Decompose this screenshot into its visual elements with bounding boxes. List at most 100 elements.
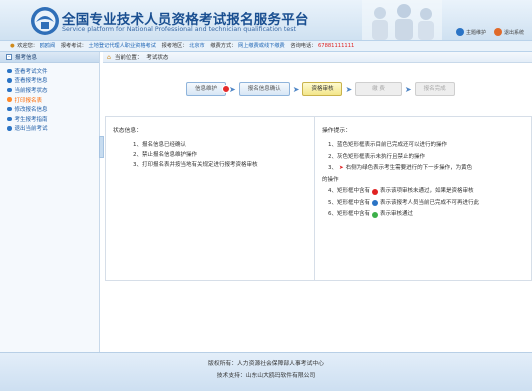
red-dot-icon xyxy=(372,188,378,195)
sidebar-item-exit-exam[interactable]: 退出当前考试 xyxy=(0,124,99,134)
step-label: 报名信息确认 xyxy=(247,86,281,92)
bullet-icon xyxy=(7,78,12,83)
ops-text: 1、蓝色矩形框表示目前已完成还可以进行的操作 xyxy=(328,142,448,148)
status-title: 状态信息： xyxy=(113,128,142,134)
status-line: 1、报名信息已经确认 xyxy=(133,142,186,148)
arrow-right-icon: ➤ xyxy=(345,84,353,94)
step-label: 报名完成 xyxy=(423,86,446,92)
ops-text: 表示该项审核未通过，如果是资格审核 xyxy=(380,188,474,194)
ops-title: 操作提示： xyxy=(322,128,351,134)
operation-tips-panel: 操作提示： 1、蓝色矩形框表示目前已完成还可以进行的操作 2、灰色矩形框表示未执… xyxy=(315,117,531,280)
ops-text: 4、矩形框中含有 xyxy=(328,188,370,194)
header-banner: 全国专业技术人员资格考试报名服务平台 Service platform for … xyxy=(0,0,532,40)
platform-logo xyxy=(31,7,59,35)
sidebar-item-print-form[interactable]: 打印报名表 xyxy=(0,95,99,105)
step-confirm[interactable]: 报名信息确认 xyxy=(238,82,290,96)
ops-text: 5、矩形框中含有 xyxy=(328,199,370,206)
bullet-icon xyxy=(7,106,12,112)
arrow-right-icon: ➤ xyxy=(404,84,412,94)
breadcrumb: ⌂ 当前位置： 考试状态 xyxy=(103,52,532,63)
sidebar-item-guide[interactable]: 考生报考指南 xyxy=(0,114,99,124)
sidebar-item-label: 查看考试文件 xyxy=(14,68,48,75)
sidebar-item-exam-files[interactable]: 查看考试文件 xyxy=(0,66,99,76)
main-content: ⌂ 当前位置： 考试状态 信息维护 ➤ 报名信息确认 ➤ 资格审核 ➤ 缴 费 … xyxy=(103,52,532,352)
arrow-right-icon: ➤ xyxy=(229,84,236,94)
breadcrumb-current: 考试状态 xyxy=(146,55,169,61)
ops-line: 5、矩形框中含有 表示该报考人员当前已完成不可再进行此 xyxy=(322,198,524,210)
bullet-icon xyxy=(7,116,12,122)
welcome-value: 鸥鸥阀 xyxy=(39,43,56,49)
exam-label: 报考考试： xyxy=(60,43,87,49)
ops-text: 表示该报考人员当前已完成不可再进行此 xyxy=(380,199,480,206)
step-label: 缴 费 xyxy=(372,86,385,92)
sidebar-item-label: 打印报名表 xyxy=(14,97,43,104)
theme-icon xyxy=(456,28,464,36)
step-payment: 缴 费 xyxy=(355,82,402,96)
status-line: 3、打印报名表并按当地有关规定进行报考资格审核 xyxy=(133,162,258,168)
area-label: 报考地区： xyxy=(161,43,188,49)
breadcrumb-label: 当前位置： xyxy=(114,55,143,61)
footer-copyright: 版权所有：人力资源社会保障部人事考试中心 xyxy=(208,361,324,367)
arrow-right-icon: ➤ xyxy=(292,84,300,94)
sidebar: - 报考信息 查看考试文件 查看报考信息 当前报考状态 打印报名表 修改报名信息… xyxy=(0,52,100,352)
exit-link[interactable]: 退出系统 xyxy=(494,28,524,36)
ops-text: 3、 xyxy=(328,165,337,171)
page-title: 全国专业技术人员资格考试报名服务平台 xyxy=(62,12,309,28)
sidebar-item-view-registration[interactable]: 查看报考信息 xyxy=(0,76,99,86)
sidebar-item-label: 考生报考指南 xyxy=(14,116,48,123)
ops-text: 表示审核通过 xyxy=(380,211,414,217)
sidebar-item-edit-registration[interactable]: 修改报名信息 xyxy=(0,104,99,114)
ops-text: 6、矩形框中含有 xyxy=(328,211,370,217)
theme-link[interactable]: 主题维护 xyxy=(456,28,486,36)
footer-support: 技术支持：山东山大鸥玛软件有限公司 xyxy=(216,373,316,379)
exit-icon xyxy=(494,28,502,36)
info-panels: 状态信息： 1、报名信息已经确认 2、禁止报名信息维护操作 3、打印报名表并按当… xyxy=(105,116,532,281)
ops-text: 2、灰色矩形框表示未执行且禁止的操作 xyxy=(328,153,426,160)
sidebar-item-label: 修改报名信息 xyxy=(14,107,48,114)
welcome-label: 欢迎您： xyxy=(17,43,38,49)
ops-line: 的操作 xyxy=(322,175,524,187)
theme-link-label: 主题维护 xyxy=(466,29,487,36)
step-qualification-review[interactable]: 资格审核 xyxy=(302,82,343,96)
user-icon: ● xyxy=(10,43,15,49)
sidebar-item-label: 查看报考信息 xyxy=(14,78,48,85)
progress-steps: 信息维护 ➤ 报名信息确认 ➤ 资格审核 ➤ 缴 费 ➤ 报名完成 xyxy=(186,82,455,96)
bullet-icon xyxy=(7,87,12,93)
ops-line: 1、蓝色矩形框表示目前已完成还可以进行的操作 xyxy=(322,140,524,152)
sidebar-header-label: 报考信息 xyxy=(15,55,38,61)
ops-text: 的操作 xyxy=(322,176,339,183)
status-lines: 1、报名信息已经确认 2、禁止报名信息维护操作 3、打印报名表并按当地有关规定进… xyxy=(113,140,307,170)
exit-link-label: 退出系统 xyxy=(504,29,525,36)
ops-lines: 1、蓝色矩形框表示目前已完成还可以进行的操作 2、灰色矩形框表示未执行且禁止的操… xyxy=(322,140,524,221)
green-check-icon xyxy=(372,211,378,218)
status-line: 2、禁止报名信息维护操作 xyxy=(133,152,198,158)
home-icon: ⌂ xyxy=(107,53,111,61)
step-label: 资格审核 xyxy=(311,86,334,92)
bullet-icon xyxy=(7,126,12,131)
ops-line: 3、 ➤ 右侧为绿色表示考生需要进行的下一步操作，为黄色 xyxy=(322,163,524,175)
user-info-bar: ● 欢迎您： 鸥鸥阀 报考考试： 土地登记代理人职业资格考试 报考地区： 北京市… xyxy=(0,40,532,52)
red-arrow-icon: ➤ xyxy=(339,165,344,171)
phone-value: 67881111111 xyxy=(317,43,355,49)
ops-line: 4、矩形框中含有 表示该项审核未通过，如果是资格审核 xyxy=(322,186,524,198)
minus-icon[interactable]: - xyxy=(6,54,12,60)
step-label: 信息维护 xyxy=(195,86,218,92)
footer: 版权所有：人力资源社会保障部人事考试中心 技术支持：山东山大鸥玛软件有限公司 xyxy=(0,352,532,391)
sidebar-header: - 报考信息 xyxy=(0,52,99,63)
page-subtitle: Service platform for National Profession… xyxy=(62,26,297,33)
ops-text: 右侧为绿色表示考生需要进行的下一步操作，为黄色 xyxy=(345,165,473,171)
sidebar-item-current-status[interactable]: 当前报考状态 xyxy=(0,85,99,95)
sidebar-item-label: 退出当前考试 xyxy=(14,126,48,133)
bullet-icon xyxy=(7,97,12,102)
area-value: 北京市 xyxy=(189,43,205,49)
blue-dot-icon xyxy=(372,200,378,207)
app-window: 全国专业技术人员资格考试报名服务平台 Service platform for … xyxy=(0,0,532,391)
phone-label: 咨询电话： xyxy=(290,43,317,49)
pay-value: 网上缴费或线下缴费 xyxy=(238,43,285,49)
pay-label: 缴费方式： xyxy=(210,43,237,49)
step-info-maintenance[interactable]: 信息维护 xyxy=(186,82,231,96)
ops-line: 6、矩形框中含有 表示审核通过 xyxy=(322,209,524,221)
step-complete: 报名完成 xyxy=(414,82,455,96)
bullet-icon xyxy=(7,68,12,74)
sidebar-menu: 查看考试文件 查看报考信息 当前报考状态 打印报名表 修改报名信息 考生报考指南… xyxy=(0,63,99,133)
